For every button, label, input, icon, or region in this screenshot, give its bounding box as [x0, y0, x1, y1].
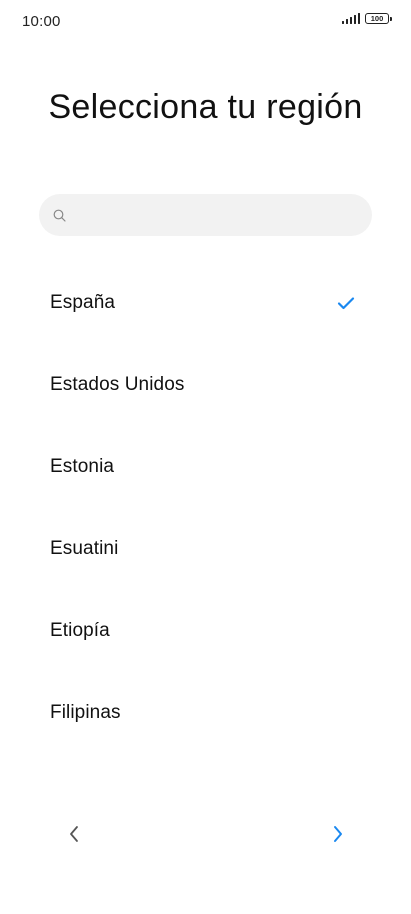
status-time: 10:00 — [22, 13, 61, 30]
search-icon — [53, 209, 66, 222]
check-icon — [337, 297, 355, 310]
region-label: Etiopía — [50, 620, 110, 641]
region-item-estados-unidos[interactable]: Estados Unidos — [0, 344, 411, 426]
region-item-estonia[interactable]: Estonia — [0, 426, 411, 508]
region-label: Filipinas — [50, 702, 121, 723]
region-label: Estados Unidos — [50, 374, 185, 395]
back-button[interactable] — [62, 820, 86, 848]
search-input[interactable] — [74, 205, 358, 225]
chevron-right-icon — [334, 826, 342, 842]
status-icons: 100 — [341, 13, 392, 24]
next-button[interactable] — [326, 820, 350, 848]
region-label: España — [50, 292, 116, 313]
search-bar[interactable] — [39, 194, 372, 236]
signal-icon — [341, 13, 360, 24]
region-item-filipinas[interactable]: Filipinas — [0, 672, 411, 754]
region-label: Estonia — [50, 456, 115, 477]
page-title: Selecciona tu región — [48, 88, 363, 126]
region-item-esuatini[interactable]: Esuatini — [0, 508, 411, 590]
battery-icon: 100 — [365, 13, 392, 24]
chevron-left-icon — [70, 826, 78, 842]
battery-level: 100 — [370, 13, 384, 23]
region-list: España Estados Unidos Estonia Esuatini E… — [0, 262, 411, 754]
region-item-espana[interactable]: España — [0, 262, 411, 344]
status-bar: 10:00 100 — [0, 0, 411, 44]
region-item-etiopia[interactable]: Etiopía — [0, 590, 411, 672]
region-label: Esuatini — [50, 538, 119, 559]
